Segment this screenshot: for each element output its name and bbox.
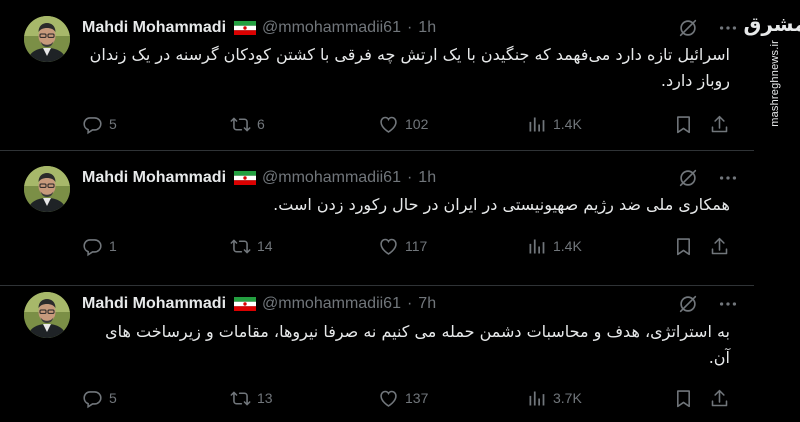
- separator-dot: ·: [406, 295, 413, 312]
- repost-icon: [230, 388, 251, 409]
- reply-button[interactable]: 1: [82, 236, 117, 257]
- views-button[interactable]: 1.4K: [526, 236, 582, 257]
- view-count: 1.4K: [553, 116, 582, 132]
- more-icon[interactable]: [717, 167, 739, 189]
- bookmark-icon: [673, 236, 694, 257]
- avatar[interactable]: [24, 16, 70, 62]
- separator-dot: ·: [406, 19, 413, 36]
- repost-count: 14: [257, 238, 273, 254]
- views-button[interactable]: 3.7K: [526, 388, 582, 409]
- like-count: 102: [405, 116, 429, 132]
- author-name[interactable]: Mahdi Mohammadi: [82, 169, 226, 187]
- tweet[interactable]: Mahdi Mohammadi @mmohammadii61 · 1h همکا…: [0, 151, 754, 286]
- tweet-text: به استراتژی، هدف و محاسبات دشمن حمله می …: [105, 322, 730, 367]
- share-button[interactable]: [709, 114, 730, 135]
- tweet-header: Mahdi Mohammadi @mmohammadii61 · 1h: [82, 167, 436, 189]
- heart-icon: [378, 236, 399, 257]
- views-icon: [526, 114, 547, 135]
- bookmark-button[interactable]: [673, 388, 694, 409]
- tweet-text: همکاری ملی ضد رژیم صهیونیستی در ایران در…: [273, 195, 730, 214]
- watermark-logo: مشرق: [743, 12, 800, 36]
- timestamp[interactable]: 1h: [418, 19, 436, 37]
- tweet-top-actions: [677, 17, 739, 39]
- heart-icon: [378, 388, 399, 409]
- repost-icon: [230, 114, 251, 135]
- like-button[interactable]: 137: [378, 388, 428, 409]
- bookmark-icon: [673, 114, 694, 135]
- views-button[interactable]: 1.4K: [526, 114, 582, 135]
- timestamp[interactable]: 1h: [418, 169, 436, 187]
- reply-icon: [82, 114, 103, 135]
- share-icon: [709, 236, 730, 257]
- action-bar: 1 14 117 1.4K: [82, 235, 732, 257]
- reply-count: 5: [109, 390, 117, 406]
- repost-button[interactable]: 14: [230, 236, 273, 257]
- share-icon: [709, 114, 730, 135]
- bookmark-button[interactable]: [673, 114, 694, 135]
- reply-icon: [82, 236, 103, 257]
- avatar[interactable]: [24, 166, 70, 212]
- iran-flag-icon: [234, 21, 256, 35]
- watermark-url: mashreghnews.ir: [769, 40, 781, 127]
- views-icon: [526, 388, 547, 409]
- like-button[interactable]: 117: [378, 236, 427, 257]
- tweet-header: Mahdi Mohammadi @mmohammadii61 · 1h: [82, 17, 436, 39]
- repost-button[interactable]: 6: [230, 114, 265, 135]
- repost-icon: [230, 236, 251, 257]
- separator-dot: ·: [406, 169, 413, 186]
- repost-button[interactable]: 13: [230, 388, 273, 409]
- like-count: 117: [405, 238, 428, 254]
- like-count: 137: [405, 390, 429, 406]
- share-icon: [709, 388, 730, 409]
- iran-flag-icon: [234, 171, 256, 185]
- repost-count: 6: [257, 116, 265, 132]
- avatar[interactable]: [24, 292, 70, 338]
- author-handle[interactable]: @mmohammadii61: [262, 19, 401, 37]
- tweet-top-actions: [677, 167, 739, 189]
- tweet[interactable]: Mahdi Mohammadi @mmohammadii61 · 7h به ا…: [0, 286, 754, 422]
- author-handle[interactable]: @mmohammadii61: [262, 169, 401, 187]
- more-icon[interactable]: [717, 293, 739, 315]
- heart-icon: [378, 114, 399, 135]
- author-handle[interactable]: @mmohammadii61: [262, 295, 401, 313]
- reply-button[interactable]: 5: [82, 388, 117, 409]
- tweet-top-actions: [677, 293, 739, 315]
- bookmark-button[interactable]: [673, 236, 694, 257]
- reply-count: 1: [109, 238, 117, 254]
- grok-icon[interactable]: [677, 293, 699, 315]
- tweet-text: اسرائیل تازه دارد می‌فهمد که جنگیدن با ی…: [89, 45, 730, 90]
- view-count: 1.4K: [553, 238, 582, 254]
- tweet-header: Mahdi Mohammadi @mmohammadii61 · 7h: [82, 293, 436, 315]
- action-bar: 5 13 137 3.7K: [82, 387, 732, 409]
- views-icon: [526, 236, 547, 257]
- author-name[interactable]: Mahdi Mohammadi: [82, 295, 226, 313]
- grok-icon[interactable]: [677, 17, 699, 39]
- repost-count: 13: [257, 390, 273, 406]
- iran-flag-icon: [234, 297, 256, 311]
- timestamp[interactable]: 7h: [418, 295, 436, 313]
- share-button[interactable]: [709, 236, 730, 257]
- more-icon[interactable]: [717, 17, 739, 39]
- reply-button[interactable]: 5: [82, 114, 117, 135]
- action-bar: 5 6 102 1.4K: [82, 113, 732, 135]
- bookmark-icon: [673, 388, 694, 409]
- watermark: مشرق mashreghnews.ir: [743, 12, 800, 127]
- view-count: 3.7K: [553, 390, 582, 406]
- author-name[interactable]: Mahdi Mohammadi: [82, 19, 226, 37]
- reply-count: 5: [109, 116, 117, 132]
- share-button[interactable]: [709, 388, 730, 409]
- like-button[interactable]: 102: [378, 114, 428, 135]
- tweet[interactable]: Mahdi Mohammadi @mmohammadii61 · 1h اسرا…: [0, 0, 754, 151]
- grok-icon[interactable]: [677, 167, 699, 189]
- reply-icon: [82, 388, 103, 409]
